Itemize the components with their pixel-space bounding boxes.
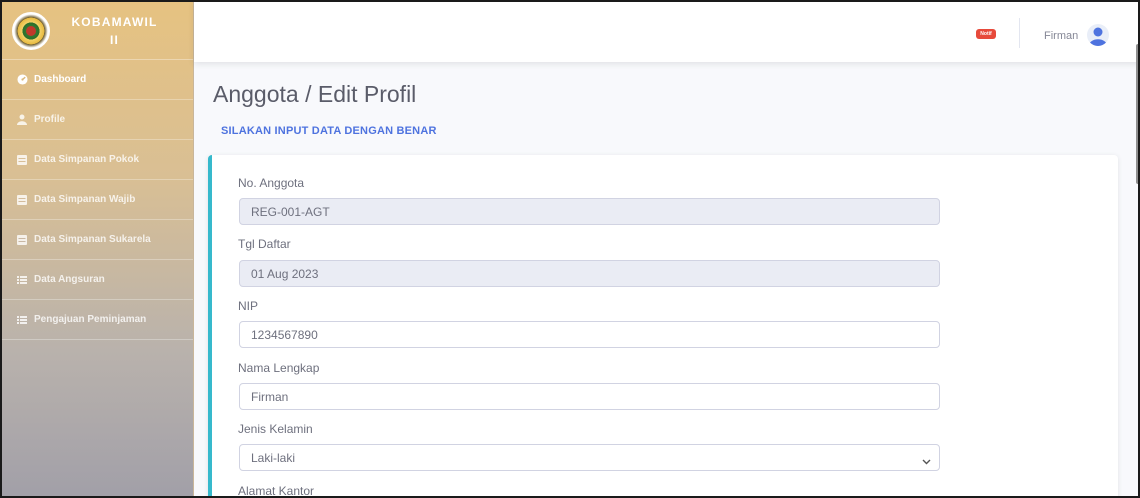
jenis-kelamin-select[interactable]: Laki-laki [239, 444, 940, 471]
no-anggota-field: REG-001-AGT [239, 198, 940, 225]
tgl-daftar-field: 01 Aug 2023 [239, 260, 940, 287]
tgl-daftar-label: Tgl Daftar [238, 237, 291, 251]
kobamawil-logo [12, 11, 50, 50]
brand-name-line2: II [109, 32, 120, 47]
sidebar-item-simpanan-wajib[interactable]: Data Simpanan Wajib [2, 180, 193, 220]
tgl-daftar-value: 01 Aug 2023 [251, 266, 319, 281]
alamat-kantor-label: Alamat Kantor [238, 484, 315, 498]
brand-name: KOBAMAWIL II [50, 13, 193, 49]
page-title: Anggota / Edit Profil [213, 81, 417, 107]
topbar-divider [1019, 18, 1020, 48]
sidebar-item-label: Data Angsuran [34, 274, 105, 285]
table-icon [15, 154, 29, 165]
list-icon [15, 315, 29, 325]
jenis-kelamin-label: Jenis Kelamin [238, 422, 313, 436]
jenis-kelamin-value: Laki-laki [251, 450, 296, 465]
table-icon [15, 234, 29, 245]
sidebar-item-label: Data Simpanan Pokok [34, 154, 140, 165]
sidebar-item-label: Profile [34, 114, 66, 125]
sidebar-item-label: Dashboard [34, 74, 87, 85]
user-name[interactable]: Firman [1044, 30, 1078, 42]
sidebar: KOBAMAWIL II Dashboard Profile Data Simp… [2, 2, 194, 496]
sidebar-item-simpanan-sukarela[interactable]: Data Simpanan Sukarela [2, 220, 193, 260]
sidebar-item-label: Data Simpanan Sukarela [34, 234, 151, 245]
nama-lengkap-field[interactable]: Firman [239, 383, 940, 410]
nip-value: 1234567890 [251, 327, 318, 342]
app-window: KOBAMAWIL II Dashboard Profile Data Simp… [0, 0, 1140, 498]
notification-badge[interactable]: Notif [976, 29, 996, 39]
brand-name-line1: KOBAMAWIL [71, 14, 158, 29]
sidebar-brand[interactable]: KOBAMAWIL II [2, 2, 193, 60]
no-anggota-value: REG-001-AGT [251, 204, 330, 219]
nip-label: NIP [238, 299, 259, 313]
sidebar-item-angsuran[interactable]: Data Angsuran [2, 260, 193, 300]
tachometer-icon [15, 74, 29, 85]
topbar: Notif Firman [194, 2, 1138, 62]
nama-lengkap-value: Firman [251, 389, 289, 404]
nip-field[interactable]: 1234567890 [239, 321, 940, 348]
sidebar-item-profile[interactable]: Profile [2, 100, 193, 140]
user-icon [15, 114, 29, 125]
sidebar-item-dashboard[interactable]: Dashboard [2, 60, 193, 100]
chevron-down-icon [922, 454, 931, 468]
no-anggota-label: No. Anggota [238, 176, 305, 190]
page-scrollbar[interactable] [1136, 44, 1138, 184]
sidebar-item-label: Data Simpanan Wajib [34, 194, 136, 205]
user-avatar-icon[interactable] [1087, 24, 1109, 46]
sidebar-item-pengajuan-peminjaman[interactable]: Pengajuan Peminjaman [2, 300, 193, 340]
nama-lengkap-label: Nama Lengkap [238, 361, 320, 375]
table-icon [15, 194, 29, 205]
sidebar-item-simpanan-pokok[interactable]: Data Simpanan Pokok [2, 140, 193, 180]
page-subtitle: SILAKAN INPUT DATA DENGAN BENAR [221, 125, 437, 137]
sidebar-item-label: Pengajuan Peminjaman [34, 314, 147, 325]
list-icon [15, 275, 29, 285]
